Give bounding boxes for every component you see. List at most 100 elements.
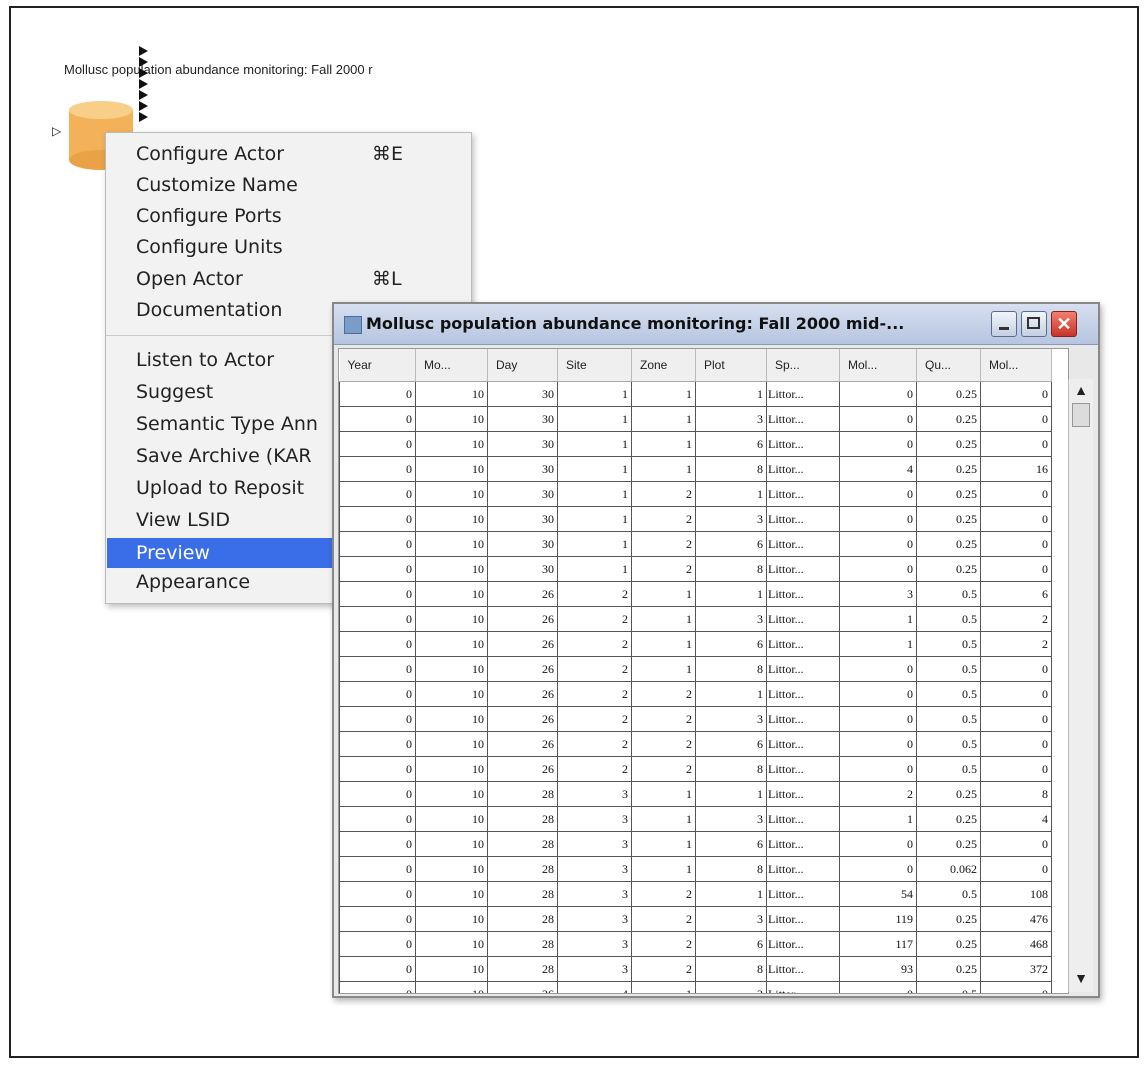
table-cell[interactable]: 26 bbox=[487, 981, 558, 993]
table-row[interactable]: 0 10 26 2 1 3 Littor... 1 0.5 2 bbox=[339, 606, 1052, 632]
table-cell[interactable]: 2 bbox=[557, 631, 632, 657]
table-row[interactable]: 0 10 30 1 2 6 Littor... 0 0.25 0 bbox=[339, 531, 1052, 557]
table-row[interactable]: 0 10 26 2 2 6 Littor... 0 0.5 0 bbox=[339, 731, 1052, 757]
menu-item-documentation[interactable]: Documentation bbox=[136, 299, 282, 321]
table-cell[interactable]: 30 bbox=[487, 431, 558, 457]
table-cell[interactable]: Littor... bbox=[766, 906, 840, 932]
table-cell[interactable]: 10 bbox=[415, 581, 488, 607]
table-cell[interactable]: 0 bbox=[339, 481, 416, 507]
table-cell[interactable]: 2 bbox=[557, 681, 632, 707]
table-row[interactable]: 0 10 28 3 2 6 Littor... 117 0.25 468 bbox=[339, 931, 1052, 957]
table-cell[interactable]: 3 bbox=[557, 806, 632, 832]
table-cell[interactable]: 8 bbox=[695, 556, 767, 582]
table-cell[interactable]: 0 bbox=[839, 656, 917, 682]
table-cell[interactable]: 0 bbox=[980, 831, 1052, 857]
table-cell[interactable]: 2 bbox=[980, 631, 1052, 657]
table-cell[interactable]: 26 bbox=[487, 681, 558, 707]
table-cell[interactable]: 476 bbox=[980, 906, 1052, 932]
table-cell[interactable]: 28 bbox=[487, 881, 558, 907]
table-cell[interactable]: 1 bbox=[557, 381, 632, 407]
table-cell[interactable]: 10 bbox=[415, 781, 488, 807]
table-cell[interactable]: 0 bbox=[980, 531, 1052, 557]
output-port-icon[interactable] bbox=[139, 101, 148, 111]
table-cell[interactable]: 10 bbox=[415, 906, 488, 932]
table-cell[interactable]: Littor... bbox=[766, 881, 840, 907]
table-cell[interactable]: 1 bbox=[631, 456, 696, 482]
table-row[interactable]: 0 10 28 3 2 3 Littor... 119 0.25 476 bbox=[339, 906, 1052, 932]
table-cell[interactable]: Littor... bbox=[766, 681, 840, 707]
table-cell[interactable]: 2 bbox=[631, 931, 696, 957]
table-row[interactable]: 0 10 26 2 1 1 Littor... 3 0.5 6 bbox=[339, 581, 1052, 607]
table-cell[interactable]: 0 bbox=[839, 756, 917, 782]
table-cell[interactable]: 1 bbox=[631, 381, 696, 407]
table-cell[interactable]: 26 bbox=[487, 731, 558, 757]
table-cell[interactable]: 0.25 bbox=[916, 381, 981, 407]
table-cell[interactable]: 0 bbox=[339, 856, 416, 882]
table-cell[interactable]: 0 bbox=[980, 856, 1052, 882]
table-cell[interactable]: Littor... bbox=[766, 506, 840, 532]
output-ports[interactable] bbox=[139, 46, 151, 123]
table-cell[interactable]: 0 bbox=[339, 606, 416, 632]
table-cell[interactable]: 2 bbox=[631, 956, 696, 982]
table-cell[interactable]: 10 bbox=[415, 681, 488, 707]
table-row[interactable]: 0 10 30 1 2 1 Littor... 0 0.25 0 bbox=[339, 481, 1052, 507]
table-cell[interactable]: 3 bbox=[695, 806, 767, 832]
column-header[interactable]: Qu... bbox=[916, 349, 981, 382]
table-cell[interactable]: 28 bbox=[487, 856, 558, 882]
table-cell[interactable]: 8 bbox=[695, 456, 767, 482]
table-cell[interactable]: 30 bbox=[487, 531, 558, 557]
table-cell[interactable]: 2 bbox=[631, 731, 696, 757]
table-cell[interactable]: Littor... bbox=[766, 531, 840, 557]
table-cell[interactable]: 0 bbox=[339, 456, 416, 482]
table-cell[interactable]: 0 bbox=[980, 731, 1052, 757]
table-cell[interactable]: 1 bbox=[631, 631, 696, 657]
table-row[interactable]: 0 10 30 1 2 8 Littor... 0 0.25 0 bbox=[339, 556, 1052, 582]
table-cell[interactable]: Littor... bbox=[766, 631, 840, 657]
table-cell[interactable]: 26 bbox=[487, 656, 558, 682]
table-cell[interactable]: 1 bbox=[695, 381, 767, 407]
table-cell[interactable]: 0.5 bbox=[916, 606, 981, 632]
menu-item-upload-to-reposit[interactable]: Upload to Reposit bbox=[136, 477, 304, 499]
table-cell[interactable]: 0.25 bbox=[916, 406, 981, 432]
table-cell[interactable]: 8 bbox=[695, 856, 767, 882]
table-cell[interactable]: 0 bbox=[839, 431, 917, 457]
table-cell[interactable]: 1 bbox=[557, 556, 632, 582]
table-cell[interactable]: 1 bbox=[695, 481, 767, 507]
output-port-icon[interactable] bbox=[139, 90, 148, 100]
table-cell[interactable]: 3 bbox=[557, 906, 632, 932]
table-cell[interactable]: Littor... bbox=[766, 806, 840, 832]
table-cell[interactable]: 0 bbox=[339, 781, 416, 807]
table-cell[interactable]: 3 bbox=[839, 581, 917, 607]
table-cell[interactable]: 0.25 bbox=[916, 906, 981, 932]
table-cell[interactable]: 0.25 bbox=[916, 431, 981, 457]
table-cell[interactable]: 0 bbox=[339, 706, 416, 732]
table-cell[interactable]: 10 bbox=[415, 956, 488, 982]
maximize-button[interactable] bbox=[1021, 311, 1047, 337]
menu-item-view-lsid[interactable]: View LSID bbox=[136, 509, 230, 531]
table-cell[interactable]: Littor... bbox=[766, 406, 840, 432]
table-cell[interactable]: 3 bbox=[557, 956, 632, 982]
table-cell[interactable]: 0 bbox=[980, 681, 1052, 707]
table-cell[interactable]: 0.25 bbox=[916, 506, 981, 532]
table-cell[interactable]: 3 bbox=[695, 606, 767, 632]
table-cell[interactable]: 0 bbox=[980, 556, 1052, 582]
table-cell[interactable]: 0 bbox=[339, 406, 416, 432]
table-cell[interactable]: 3 bbox=[695, 706, 767, 732]
table-cell[interactable]: 10 bbox=[415, 556, 488, 582]
table-cell[interactable]: 0 bbox=[980, 981, 1052, 993]
table-cell[interactable]: 0 bbox=[839, 531, 917, 557]
table-cell[interactable]: 2 bbox=[631, 906, 696, 932]
menu-item-listen-to-actor[interactable]: Listen to Actor bbox=[136, 349, 274, 371]
table-row[interactable]: 0 10 26 2 1 6 Littor... 1 0.5 2 bbox=[339, 631, 1052, 657]
table-cell[interactable]: 3 bbox=[557, 881, 632, 907]
table-cell[interactable]: 0 bbox=[980, 706, 1052, 732]
table-cell[interactable]: Littor... bbox=[766, 756, 840, 782]
table-row[interactable]: 0 10 26 2 2 8 Littor... 0 0.5 0 bbox=[339, 756, 1052, 782]
table-cell[interactable]: 0.5 bbox=[916, 731, 981, 757]
table-cell[interactable]: Littor... bbox=[766, 731, 840, 757]
table-cell[interactable]: 26 bbox=[487, 606, 558, 632]
table-cell[interactable]: 2 bbox=[631, 706, 696, 732]
table-cell[interactable]: 0 bbox=[339, 931, 416, 957]
table-cell[interactable]: 0.5 bbox=[916, 981, 981, 993]
table-cell[interactable]: 30 bbox=[487, 481, 558, 507]
